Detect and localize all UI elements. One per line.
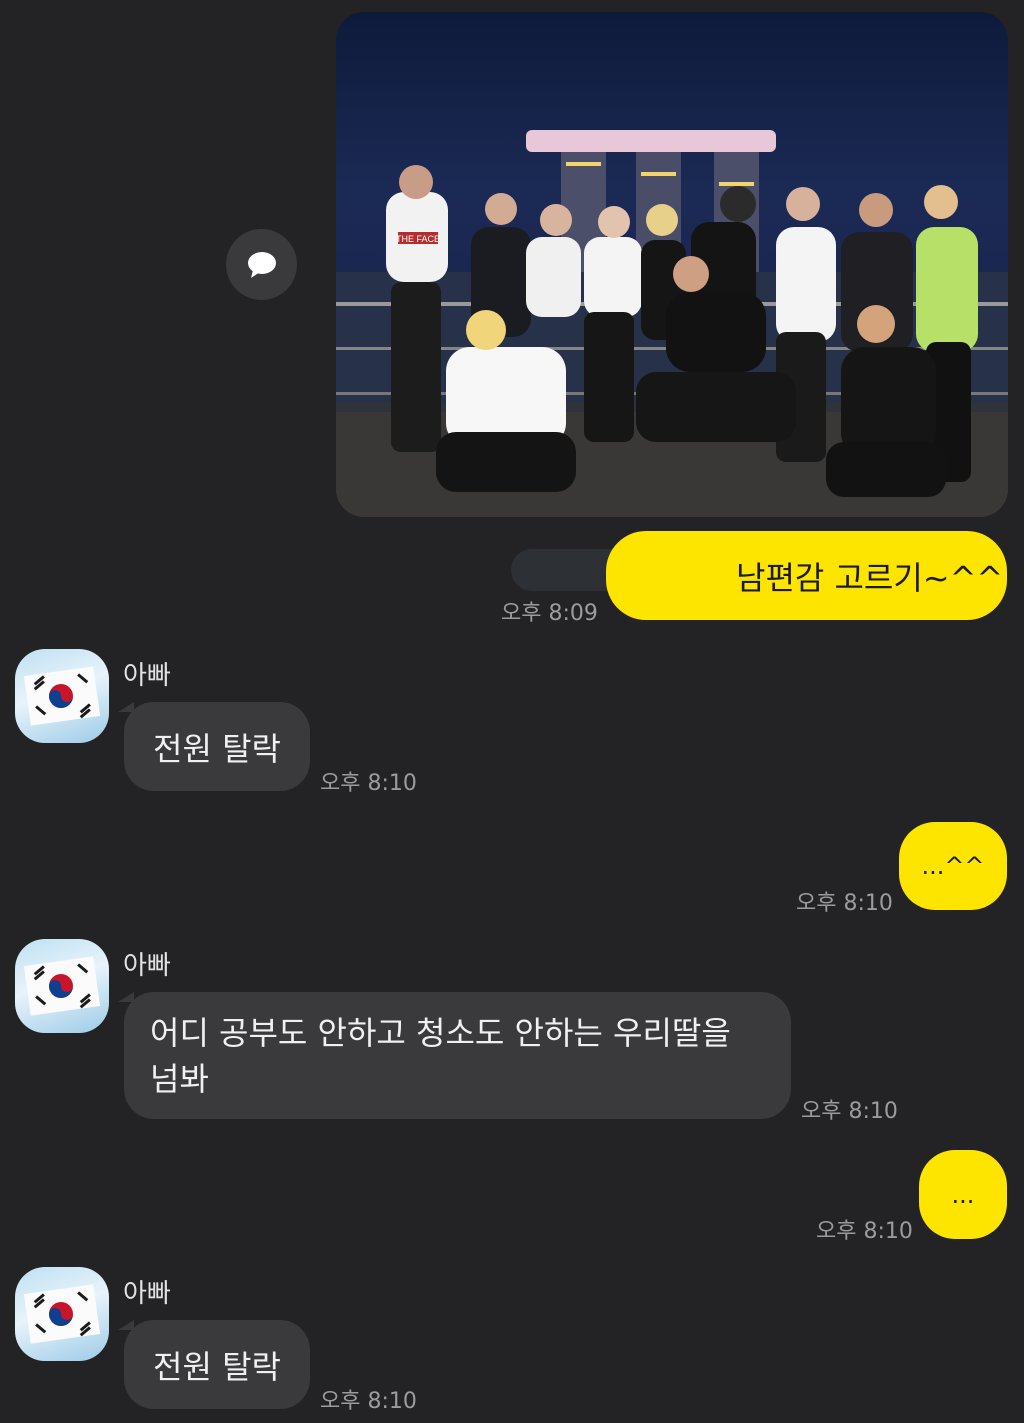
- speech-bubble-icon: [247, 251, 276, 278]
- korean-flag-image: [23, 956, 101, 1016]
- shared-photo[interactable]: THE FACE: [336, 12, 1008, 517]
- share-button[interactable]: [226, 229, 297, 300]
- avatar[interactable]: [15, 649, 109, 743]
- sender-name: 아빠: [123, 951, 171, 981]
- message-text: 남편감 고르기~^^: [736, 558, 1004, 597]
- chat-room: THE FACE 남편감 고르기~^^ 오후 8:09 아빠 전원 탈락 오후 …: [0, 0, 1024, 1423]
- avatar[interactable]: [15, 939, 109, 1033]
- message-time: 오후 8:10: [320, 771, 417, 796]
- shirt-print-text: THE FACE: [396, 234, 440, 244]
- my-message-bubble[interactable]: ...: [919, 1150, 1007, 1239]
- message-time: 오후 8:10: [801, 1099, 898, 1124]
- sender-name: 아빠: [123, 661, 171, 691]
- message-time: 오후 8:10: [816, 1219, 913, 1244]
- sender-name: 아빠: [123, 1279, 171, 1309]
- message-time: 오후 8:09: [501, 601, 598, 626]
- avatar[interactable]: [15, 1267, 109, 1361]
- my-message-bubble[interactable]: 남편감 고르기~^^: [606, 531, 1007, 620]
- message-text: ...: [951, 1180, 975, 1209]
- korean-flag-image: [23, 666, 101, 726]
- message-text: 어디 공부도 안하고 청소도 안하는 우리딸을 넘봐: [150, 1014, 731, 1098]
- message-time: 오후 8:10: [796, 891, 893, 916]
- message-text: ...^^: [921, 852, 985, 880]
- message-time: 오후 8:10: [320, 1389, 417, 1414]
- other-message-bubble[interactable]: 어디 공부도 안하고 청소도 안하는 우리딸을 넘봐: [124, 992, 791, 1119]
- korean-flag-image: [23, 1284, 101, 1344]
- message-text: 전원 탈락: [153, 1347, 281, 1386]
- other-message-bubble[interactable]: 전원 탈락: [124, 1320, 310, 1409]
- message-text: 전원 탈락: [153, 729, 281, 768]
- my-message-bubble[interactable]: ...^^: [899, 822, 1007, 910]
- other-message-bubble[interactable]: 전원 탈락: [124, 702, 310, 791]
